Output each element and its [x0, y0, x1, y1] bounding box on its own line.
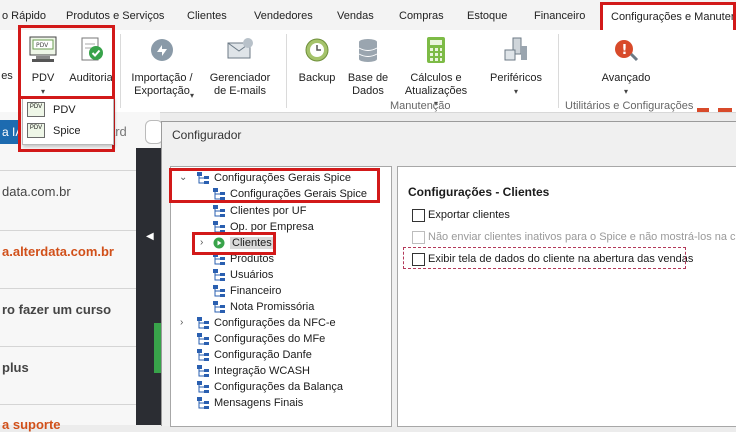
base-de-dados-button[interactable]: Base de Dados — [344, 36, 392, 98]
tree-node-icon — [197, 349, 209, 361]
background-banner-strip: ◀ — [136, 148, 161, 425]
perifericos-label: Periféricos — [490, 72, 542, 84]
exportar-clientes-checkbox[interactable] — [412, 209, 425, 222]
group-label-manutencao: Manutenção — [390, 100, 451, 112]
tab-produtos-servicos[interactable]: Produtos e Serviços — [66, 10, 164, 22]
email-label-2: de E-mails — [214, 85, 266, 97]
avancado-button[interactable]: ! Avançado ▾ — [594, 36, 658, 98]
avancado-label: Avançado — [601, 72, 651, 84]
group-label-utilitarios: Utilitários e Configurações — [565, 100, 694, 112]
tree-node-icon — [213, 301, 225, 313]
tree-node-icon — [213, 285, 225, 297]
base-label-1: Base de — [347, 72, 389, 84]
perifericos-button[interactable]: Periféricos ▾ — [484, 36, 548, 98]
calculos-atualizacoes-button[interactable]: Cálculos e Atualizações ▾ — [398, 36, 474, 110]
tab-vendedores[interactable]: Vendedores — [254, 10, 313, 22]
spice-small-icon: PDV — [27, 123, 45, 138]
background-link-alterdata[interactable]: a.alterdata.com.br — [2, 244, 114, 259]
tree-node-icon — [213, 205, 225, 217]
tree-node-icon — [197, 333, 209, 345]
importacao-dropdown-arrow-icon: ▾ — [190, 91, 195, 100]
svg-text:!: ! — [622, 43, 628, 58]
backup-clock-icon — [305, 38, 329, 62]
database-icon — [358, 39, 378, 62]
tree-expand-nfce-icon[interactable]: › — [180, 317, 183, 328]
nao-enviar-inativos-label: Não enviar clientes inativos para o Spic… — [428, 231, 736, 243]
banner-prev-arrow-icon[interactable]: ◀ — [146, 231, 154, 242]
tree-node-icon — [197, 381, 209, 393]
banner-green-accent — [154, 323, 161, 373]
background-text-curso: ro fazer um curso — [2, 302, 112, 317]
avancado-dropdown-arrow-icon: ▾ — [623, 87, 628, 96]
backup-label: Backup — [298, 72, 336, 84]
tree-node-icon — [197, 365, 209, 377]
ia-button[interactable]: a IA — [0, 120, 20, 144]
perifericos-dropdown-arrow-icon: ▾ — [513, 87, 518, 96]
ribbon-collapse-marker — [697, 108, 709, 112]
pdv-menu-item-pdv[interactable]: PDV PDV — [23, 100, 111, 120]
tab-financeiro[interactable]: Financeiro — [534, 10, 585, 22]
pdv-menu-item-spice[interactable]: PDV Spice — [23, 121, 111, 141]
email-manager-icon — [227, 38, 253, 59]
email-label-1: Gerenciador — [209, 72, 271, 84]
config-tree[interactable]: ⌄ Configurações Gerais Spice Configuraçõ… — [170, 166, 392, 427]
gerenciador-emails-button[interactable]: Gerenciador de E-mails — [204, 36, 276, 98]
ribbon-item-prev[interactable]: es — [0, 70, 14, 83]
tree-node-icon — [197, 317, 209, 329]
tab-vendas[interactable]: Vendas — [337, 10, 374, 22]
nao-enviar-inativos-checkbox[interactable] — [412, 231, 425, 244]
calc-label-1: Cálculos e — [410, 72, 462, 84]
tab-clientes[interactable]: Clientes — [187, 10, 227, 22]
content-heading: Configurações - Clientes — [408, 185, 550, 199]
background-text-plus: plus — [2, 360, 29, 375]
pdv-small-icon: PDV — [27, 102, 45, 117]
importacao-label-2: Exportação — [134, 85, 190, 97]
background-text-1: data.com.br — [2, 184, 71, 199]
tab-acesso-rapido[interactable]: o Rápido — [2, 10, 46, 22]
calculator-icon — [427, 37, 445, 63]
tree-node-icon — [213, 269, 225, 281]
pdv-menu-item-spice-label: Spice — [53, 125, 81, 137]
highlight-clientes-node — [192, 232, 276, 255]
exportar-clientes-label: Exportar clientes — [428, 209, 510, 221]
importacao-label-1: Importação / — [131, 72, 193, 84]
ribbon-collapse-marker-2 — [718, 108, 732, 112]
highlight-pdv-menu-top — [18, 96, 115, 99]
backup-button[interactable]: Backup — [294, 36, 340, 85]
pdv-dropdown-menu: PDV PDV PDV Spice — [22, 97, 114, 145]
highlight-config-gerais-spice — [169, 168, 380, 203]
dialog-title: Configurador — [172, 128, 242, 142]
config-content-pane: Configurações - Clientes Exportar client… — [397, 166, 736, 427]
peripherals-icon — [504, 37, 527, 61]
importacao-exportacao-button[interactable]: Importação / Exportação — [126, 36, 198, 98]
tree-node-icon — [197, 397, 209, 409]
base-label-2: Dados — [352, 85, 384, 97]
advanced-settings-icon: ! — [615, 40, 639, 62]
focus-selection-box — [403, 247, 686, 269]
pdv-menu-item-pdv-label: PDV — [53, 104, 76, 116]
tab-compras[interactable]: Compras — [399, 10, 444, 22]
import-export-icon — [151, 39, 173, 61]
tab-estoque[interactable]: Estoque — [467, 10, 507, 22]
